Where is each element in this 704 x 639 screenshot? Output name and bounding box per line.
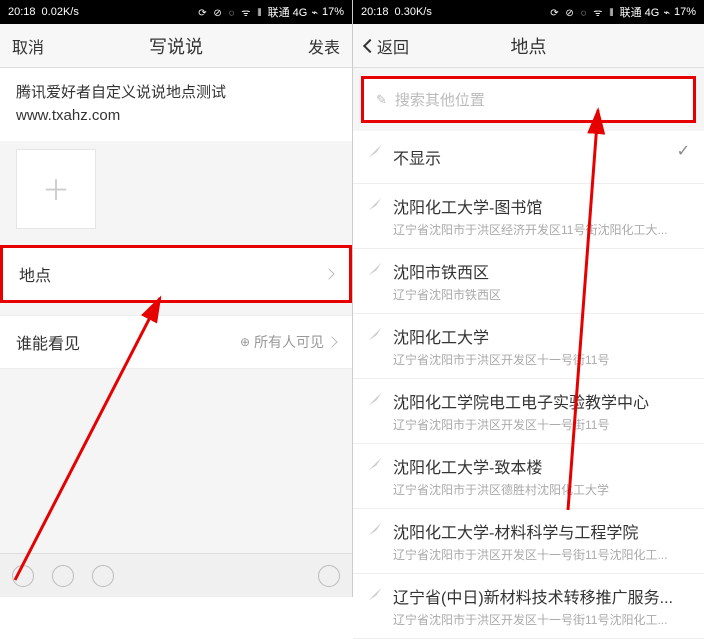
location-subtitle: 辽宁省沈阳市于洪区开发区十一号街11号沈阳化工... — [393, 611, 690, 628]
status-bar: 20:18 0.30K/s ⟳ ⊘ ◌ ᯤ ⦀ 联通 4G ⌁ 17% — [353, 0, 704, 24]
location-screen: 20:18 0.30K/s ⟳ ⊘ ◌ ᯤ ⦀ 联通 4G ⌁ 17% 返回 地… — [352, 0, 704, 597]
chevron-right-icon — [326, 336, 337, 347]
location-subtitle: 辽宁省沈阳市于洪区经济开发区11号街沈阳化工大... — [393, 221, 690, 238]
status-battery: 17% — [322, 6, 344, 18]
search-placeholder: 搜索其他位置 — [395, 89, 485, 110]
at-icon[interactable] — [52, 565, 74, 587]
nav-bar: 取消 写说说 发表 — [0, 24, 352, 68]
status-time: 20:18 — [361, 6, 389, 18]
chevron-left-icon — [363, 38, 377, 52]
location-subtitle: 辽宁省沈阳市于洪区开发区十一号街11号 — [393, 416, 690, 433]
location-subtitle: 辽宁省沈阳市于洪区开发区十一号街11号 — [393, 351, 690, 368]
status-icons: ⟳ ⊘ ◌ ᯤ ⦀ — [198, 5, 263, 19]
search-input[interactable]: ✎ 搜索其他位置 — [364, 79, 693, 120]
face-icon[interactable] — [12, 565, 34, 587]
status-speed: 0.02K/s — [42, 6, 79, 18]
location-subtitle: 辽宁省沈阳市于洪区开发区十一号街11号沈阳化工... — [393, 546, 690, 563]
clock-icon[interactable] — [318, 565, 340, 587]
location-arrow-icon — [367, 391, 383, 407]
plus-icon: ＋ — [42, 169, 70, 209]
battery-icon: ⌁ — [663, 6, 670, 19]
check-icon: ✓ — [677, 141, 690, 161]
location-title: 沈阳市铁西区 — [393, 259, 690, 283]
status-time: 20:18 — [8, 6, 36, 18]
location-title: 辽宁省(中日)新材料技术转移推广服务... — [393, 584, 690, 608]
status-speed: 0.30K/s — [395, 6, 432, 18]
globe-icon: ⊕ — [240, 335, 250, 349]
back-label: 返回 — [377, 34, 409, 58]
compose-screen: 20:18 0.02K/s ⟳ ⊘ ◌ ᯤ ⦀ 联通 4G ⌁ 17% 取消 写… — [0, 0, 352, 597]
status-icons: ⟳ ⊘ ◌ ᯤ ⦀ — [550, 5, 615, 19]
chevron-right-icon — [323, 268, 334, 279]
status-carrier: 联通 4G — [620, 4, 660, 20]
location-item[interactable]: 沈阳化工大学辽宁省沈阳市于洪区开发区十一号街11号 — [353, 314, 704, 379]
status-bar: 20:18 0.02K/s ⟳ ⊘ ◌ ᯤ ⦀ 联通 4G ⌁ 17% — [0, 0, 352, 24]
cancel-button[interactable]: 取消 — [12, 34, 62, 58]
location-title: 不显示 — [393, 141, 667, 173]
location-item[interactable]: 沈阳市铁西区辽宁省沈阳市铁西区 — [353, 249, 704, 314]
location-arrow-icon — [367, 196, 383, 212]
location-title: 沈阳化工大学-材料科学与工程学院 — [393, 519, 690, 543]
compose-textarea[interactable]: 腾讯爱好者自定义说说地点测试 www.txahz.com — [0, 68, 352, 141]
location-arrow-icon — [367, 261, 383, 277]
compose-line1: 腾讯爱好者自定义说说地点测试 — [16, 82, 336, 105]
location-item[interactable]: 不显示 ✓ — [353, 131, 704, 184]
bottom-toolbar — [0, 553, 352, 597]
battery-icon: ⌁ — [311, 6, 318, 19]
status-battery: 17% — [674, 6, 696, 18]
location-label: 地点 — [19, 262, 51, 286]
visibility-value: 所有人可见 — [254, 332, 324, 352]
location-title: 沈阳化工大学-图书馆 — [393, 194, 690, 218]
location-title: 沈阳化工学院电工电子实验教学中心 — [393, 389, 690, 413]
location-arrow-icon — [367, 326, 383, 342]
pencil-icon: ✎ — [376, 92, 387, 108]
page-title: 地点 — [511, 33, 547, 59]
add-photo-button[interactable]: ＋ — [16, 149, 96, 229]
page-title: 写说说 — [149, 33, 203, 59]
nav-bar: 返回 地点 — [353, 24, 704, 68]
back-button[interactable]: 返回 — [365, 34, 415, 58]
location-arrow-icon — [367, 586, 383, 602]
compose-line2: www.txahz.com — [16, 105, 336, 128]
camera-icon[interactable] — [92, 565, 114, 587]
location-subtitle: 辽宁省沈阳市铁西区 — [393, 286, 690, 303]
visibility-row[interactable]: 谁能看见 ⊕ 所有人可见 — [0, 315, 352, 369]
publish-button[interactable]: 发表 — [290, 34, 340, 58]
location-title: 沈阳化工大学 — [393, 324, 690, 348]
location-subtitle: 辽宁省沈阳市于洪区德胜村沈阳化工大学 — [393, 481, 690, 498]
location-item[interactable]: 沈阳化工大学-材料科学与工程学院辽宁省沈阳市于洪区开发区十一号街11号沈阳化工.… — [353, 509, 704, 574]
location-item[interactable]: 沈阳化工学院电工电子实验教学中心辽宁省沈阳市于洪区开发区十一号街11号 — [353, 379, 704, 444]
location-title: 沈阳化工大学-致本楼 — [393, 454, 690, 478]
location-row[interactable]: 地点 — [0, 245, 352, 303]
location-arrow-icon — [367, 143, 383, 159]
location-list: 不显示 ✓ 沈阳化工大学-图书馆辽宁省沈阳市于洪区经济开发区11号街沈阳化工大...… — [353, 131, 704, 639]
search-field-highlight: ✎ 搜索其他位置 — [361, 76, 696, 123]
location-arrow-icon — [367, 521, 383, 537]
status-carrier: 联通 4G — [268, 4, 308, 20]
location-item[interactable]: 沈阳化工大学-致本楼辽宁省沈阳市于洪区德胜村沈阳化工大学 — [353, 444, 704, 509]
location-item[interactable]: 辽宁省(中日)新材料技术转移推广服务... 辽宁省沈阳市于洪区开发区十一号街11号… — [353, 574, 704, 639]
location-arrow-icon — [367, 456, 383, 472]
location-item[interactable]: 沈阳化工大学-图书馆辽宁省沈阳市于洪区经济开发区11号街沈阳化工大... — [353, 184, 704, 249]
visibility-label: 谁能看见 — [16, 330, 80, 354]
